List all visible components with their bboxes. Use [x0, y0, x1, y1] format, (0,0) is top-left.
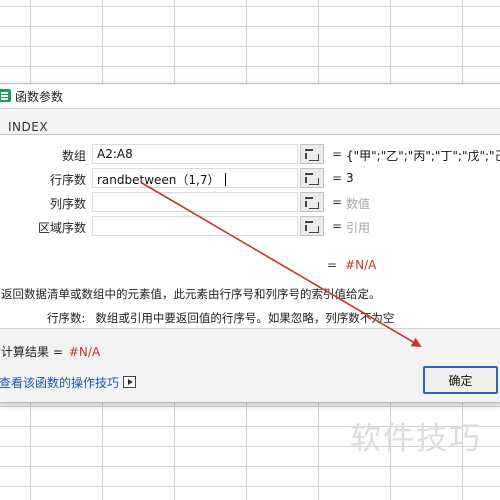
argument-result: 数值: [346, 197, 371, 211]
argument-row-array: 数组 A2:A8 = {"甲";"乙";"丙";"丁";"戊";"己";: [0, 144, 500, 166]
calculation-result: 计算结果 = #N/A: [1, 343, 100, 360]
parameter-description: 行序数: 数组或引用中要返回值的行序号。如果忽略，列序数不为空: [47, 310, 394, 326]
parameter-name: 行序数:: [47, 311, 86, 325]
dialog-title: 函数参数: [15, 90, 64, 104]
formula-result: = #N/A: [327, 258, 376, 272]
column-num-input[interactable]: [92, 192, 298, 212]
function-description: 返回数据清单或数组中的元素值，此元素由行序号和列序号的索引值给定。: [1, 287, 381, 301]
row-num-input[interactable]: randbetween（1,7）: [92, 168, 298, 188]
range-picker-icon[interactable]: [300, 144, 324, 164]
array-input[interactable]: A2:A8: [92, 144, 298, 164]
area-num-input[interactable]: [92, 216, 298, 236]
text-caret: [224, 173, 226, 186]
function-tips-link[interactable]: 查看该函数的操作技巧: [0, 374, 119, 391]
equals-sign: =: [332, 147, 343, 161]
video-play-icon[interactable]: [123, 376, 136, 388]
watermark: 软件技巧: [350, 421, 482, 457]
function-name: INDEX: [8, 120, 49, 134]
dialog-titlebar: 函数参数: [0, 84, 500, 109]
equals-sign: =: [332, 171, 343, 185]
equals-sign: =: [332, 195, 343, 209]
row-num-value: randbetween（1,7）: [97, 173, 220, 187]
argument-label: 行序数: [49, 173, 86, 187]
argument-row-area-num: 区域序数 = 引用: [0, 216, 500, 238]
function-arguments-dialog: 函数参数 INDEX 数组 A2:A8 = {"甲";"乙";"丙";"丁";"…: [0, 83, 500, 403]
divider: [0, 328, 500, 329]
argument-result: {"甲";"乙";"丙";"丁";"戊";"己";: [346, 149, 500, 163]
argument-result: 3: [346, 171, 354, 185]
argument-label: 列序数: [49, 197, 86, 211]
range-picker-icon[interactable]: [300, 216, 324, 236]
formula-result-value: #N/A: [345, 258, 377, 272]
argument-row-column-num: 列序数 = 数值: [0, 192, 500, 214]
equals-sign: =: [327, 258, 338, 272]
argument-label: 数组: [61, 149, 86, 163]
parameter-text: 数组或引用中要返回值的行序号。如果忽略，列序数不为空: [95, 311, 395, 325]
ok-button[interactable]: 确定: [423, 366, 498, 394]
calc-label: 计算结果 =: [1, 345, 63, 359]
calc-value: #N/A: [68, 345, 101, 359]
argument-row-row-num: 行序数 randbetween（1,7） = 3: [0, 168, 500, 190]
range-picker-icon[interactable]: [300, 192, 324, 212]
equals-sign: =: [332, 219, 343, 233]
argument-label: 区域序数: [37, 221, 86, 235]
range-picker-icon[interactable]: [300, 168, 324, 188]
argument-result: 引用: [346, 221, 371, 235]
spreadsheet-app-icon: [0, 89, 11, 102]
